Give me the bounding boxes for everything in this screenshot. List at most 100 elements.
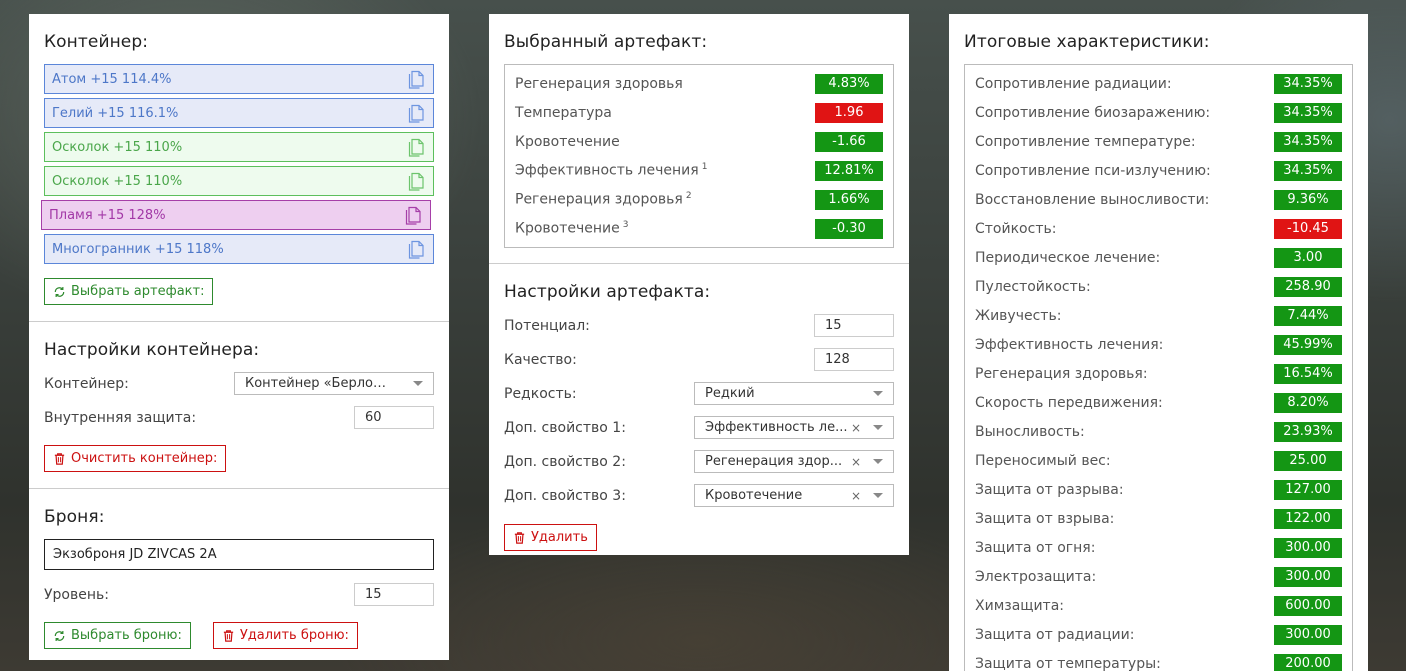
stat-value-badge: -10.45 [1274, 218, 1342, 239]
copy-icon[interactable] [407, 102, 427, 124]
copy-icon[interactable] [407, 170, 427, 192]
stat-row: Защита от температуры: 200.00 [975, 649, 1342, 671]
artifact-slot[interactable]: Осколок +15 110% [44, 132, 434, 162]
stat-value-badge: 3.00 [1274, 247, 1342, 268]
copy-icon[interactable] [407, 68, 427, 90]
stat-label-text: Стойкость: [975, 220, 1057, 237]
stat-value-badge: 1.66% [815, 189, 883, 210]
chevron-down-icon [873, 493, 883, 498]
copy-icon[interactable] [404, 204, 424, 226]
clear-icon[interactable]: × [851, 489, 861, 503]
armor-section: Броня: Экзоброня JD ZIVCAS 2A Уровень: В… [29, 489, 449, 665]
artifact-slot-label: Гелий +15 116.1% [52, 105, 179, 121]
inner-protection-input[interactable] [354, 406, 434, 429]
stat-row: Кровотечение 3 -0.30 [515, 214, 883, 243]
middle-panel: Выбранный артефакт: Регенерация здоровья… [489, 14, 909, 555]
artifact-slot-label: Пламя +15 128% [49, 207, 166, 223]
container-settings-title: Настройки контейнера: [44, 340, 260, 360]
stat-label-text: Сопротивление пси-излучению: [975, 162, 1211, 179]
select-artifact-button[interactable]: Выбрать артефакт: [44, 278, 214, 305]
armor-name: Экзоброня JD ZIVCAS 2A [53, 547, 217, 562]
stat-label-text: Регенерация здоровья: [975, 365, 1148, 382]
artifact-slot[interactable]: Атом +15 114.4% [44, 64, 434, 94]
artifact-slot[interactable]: Гелий +15 116.1% [44, 98, 434, 128]
stat-label-text: Периодическое лечение: [975, 249, 1161, 266]
delete-artifact-button[interactable]: Удалить [504, 524, 597, 551]
artifact-slot-label: Многогранник +15 118% [52, 241, 224, 257]
quality-label: Качество: [504, 351, 577, 368]
extra-property-3-select[interactable]: Кровотечение × [694, 484, 894, 507]
trash-icon [514, 531, 525, 544]
container-type-select[interactable]: Контейнер «Берлога... [234, 372, 434, 395]
stat-row: Сопротивление биозаражению: 34.35% [975, 98, 1342, 127]
stat-label-text: Выносливость: [975, 423, 1085, 440]
clear-icon[interactable]: × [851, 421, 861, 435]
stat-row: Защита от разрыва: 127.00 [975, 475, 1342, 504]
armor-name-field[interactable]: Экзоброня JD ZIVCAS 2A [44, 539, 434, 570]
stat-label: Защита от радиации: [975, 627, 1134, 643]
stat-label: Пулестойкость: [975, 279, 1091, 295]
stat-row: Живучесть: 7.44% [975, 301, 1342, 330]
clear-container-button[interactable]: Очистить контейнер: [44, 445, 227, 472]
extra-property-1-select[interactable]: Эффективность ле... × [694, 416, 894, 439]
quality-input[interactable] [814, 348, 894, 371]
inner-protection-label: Внутренняя защита: [44, 409, 197, 426]
stat-label-text: Защита от разрыва: [975, 481, 1124, 498]
stat-label: Защита от взрыва: [975, 511, 1114, 527]
extra-property-1-value: Эффективность ле... [705, 420, 848, 435]
stat-label-text: Защита от радиации: [975, 626, 1135, 643]
extra-property-3-label: Доп. свойство 3: [504, 487, 626, 504]
stat-value-badge: 127.00 [1274, 479, 1342, 500]
stat-value-badge: -1.66 [815, 131, 883, 152]
container-type-label: Контейнер: [44, 375, 129, 392]
extra-property-2-label: Доп. свойство 2: [504, 453, 626, 470]
clear-container-label: Очистить контейнер: [71, 451, 218, 466]
stat-value-badge: 300.00 [1274, 537, 1342, 558]
stat-value-badge: 1.96 [815, 102, 883, 123]
stat-row: Переносимый вес: 25.00 [975, 446, 1342, 475]
extra-property-1-label: Доп. свойство 1: [504, 419, 626, 436]
container-type-value: Контейнер «Берлога... [245, 376, 391, 391]
copy-icon[interactable] [407, 136, 427, 158]
potential-input[interactable] [814, 314, 894, 337]
stat-label: Эффективность лечения: [975, 337, 1163, 353]
stat-value-badge: 122.00 [1274, 508, 1342, 529]
stat-value-badge: 34.35% [1274, 160, 1342, 181]
armor-title: Броня: [44, 507, 105, 527]
extra-property-2-select[interactable]: Регенерация здор... × [694, 450, 894, 473]
stat-label-text: Кровотечение [515, 220, 620, 237]
stat-value-badge: 25.00 [1274, 450, 1342, 471]
stat-label: Выносливость: [975, 424, 1085, 440]
stat-label-text: Эффективность лечения [515, 162, 699, 179]
stat-label: Регенерация здоровья: [975, 366, 1148, 382]
armor-level-input[interactable] [354, 583, 434, 606]
stat-value-badge: 258.90 [1274, 276, 1342, 297]
stat-value-badge: 8.20% [1274, 392, 1342, 413]
totals-section: Итоговые характеристики: Сопротивление р… [949, 14, 1368, 671]
artifact-slot[interactable]: Осколок +15 110% [44, 166, 434, 196]
clear-icon[interactable]: × [851, 455, 861, 469]
stat-label-text: Восстановление выносливости: [975, 191, 1210, 208]
artifact-slot[interactable]: Многогранник +15 118% [44, 234, 434, 264]
stat-label: Эффективность лечения 1 [515, 162, 707, 179]
stat-row: Восстановление выносливости: 9.36% [975, 185, 1342, 214]
select-armor-button[interactable]: Выбрать броню: [44, 622, 191, 649]
rarity-select[interactable]: Редкий [694, 382, 894, 405]
stat-value-badge: 300.00 [1274, 566, 1342, 587]
copy-icon[interactable] [407, 238, 427, 260]
stat-label-text: Кровотечение [515, 133, 620, 150]
stat-value-badge: 12.81% [815, 160, 883, 181]
artifact-settings-section: Настройки артефакта: Потенциал: Качество… [489, 264, 909, 567]
left-panel: Контейнер: Атом +15 114.4% Гелий +15 116.… [29, 14, 449, 660]
artifact-slot-label: Осколок +15 110% [52, 139, 183, 155]
stat-row: Защита от радиации: 300.00 [975, 620, 1342, 649]
container-section: Контейнер: Атом +15 114.4% Гелий +15 116.… [29, 14, 449, 322]
stat-label: Химзащита: [975, 598, 1064, 614]
stat-label: Сопротивление радиации: [975, 76, 1172, 92]
stat-row: Регенерация здоровья 2 1.66% [515, 185, 883, 214]
artifact-slot[interactable]: Пламя +15 128% [41, 200, 431, 230]
rarity-label: Редкость: [504, 385, 577, 402]
stat-label-text: Сопротивление радиации: [975, 75, 1172, 92]
extra-property-2-value: Регенерация здор... [705, 454, 843, 469]
delete-armor-button[interactable]: Удалить броню: [212, 622, 358, 649]
